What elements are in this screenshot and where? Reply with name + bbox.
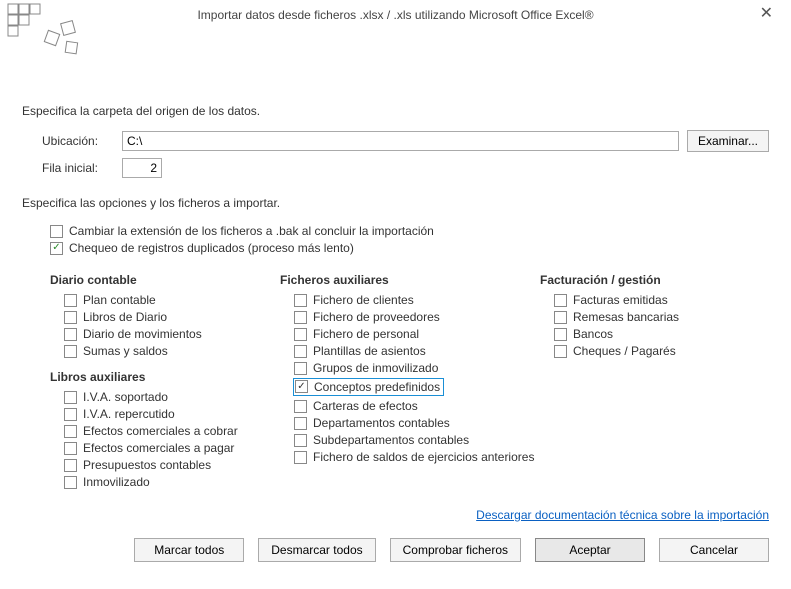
checkbox-icon (294, 311, 307, 324)
checkbox-libros-3[interactable]: Efectos comerciales a pagar (64, 441, 280, 455)
checkbox-label: Fichero de personal (313, 327, 419, 341)
checkbox-bak-extension[interactable]: Cambiar la extensión de los ficheros a .… (50, 224, 769, 238)
checkbox-ficheros-4[interactable]: Grupos de inmovilizado (294, 361, 540, 375)
checkbox-diario-3[interactable]: Sumas y saldos (64, 344, 280, 358)
checkbox-label: Subdepartamentos contables (313, 433, 469, 447)
initial-row-input[interactable] (122, 158, 162, 178)
checkbox-ficheros-2[interactable]: Fichero de personal (294, 327, 540, 341)
checkbox-label: Fichero de saldos de ejercicios anterior… (313, 450, 534, 464)
checkbox-label: Efectos comerciales a pagar (83, 441, 234, 455)
checkbox-libros-5[interactable]: Inmovilizado (64, 475, 280, 489)
checkbox-ficheros-0[interactable]: Fichero de clientes (294, 293, 540, 307)
checkbox-icon (64, 391, 77, 404)
checkbox-libros-4[interactable]: Presupuestos contables (64, 458, 280, 472)
checkbox-icon: ✓ (295, 380, 308, 393)
checkbox-libros-2[interactable]: Efectos comerciales a cobrar (64, 424, 280, 438)
group-heading-facturacion: Facturación / gestión (540, 273, 769, 287)
checkbox-label: I.V.A. soportado (83, 390, 168, 404)
checkbox-icon (554, 311, 567, 324)
source-section-label: Especifica la carpeta del origen de los … (22, 104, 769, 118)
checkbox-label: Plantillas de asientos (313, 344, 426, 358)
checkbox-label: Conceptos predefinidos (314, 380, 440, 394)
checkbox-icon (64, 425, 77, 438)
location-label: Ubicación: (42, 134, 122, 148)
checkbox-ficheros-9[interactable]: Fichero de saldos de ejercicios anterior… (294, 450, 540, 464)
checkbox-label: Plan contable (83, 293, 156, 307)
checkbox-facturacion-1[interactable]: Remesas bancarias (554, 310, 769, 324)
checkbox-label: Sumas y saldos (83, 344, 168, 358)
checkbox-label: Departamentos contables (313, 416, 450, 430)
checkbox-facturacion-0[interactable]: Facturas emitidas (554, 293, 769, 307)
checkbox-label: Fichero de proveedores (313, 310, 440, 324)
checkbox-icon (294, 417, 307, 430)
group-heading-ficheros: Ficheros auxiliares (280, 273, 540, 287)
checkbox-facturacion-2[interactable]: Bancos (554, 327, 769, 341)
checkbox-libros-0[interactable]: I.V.A. soportado (64, 390, 280, 404)
checkbox-icon (294, 294, 307, 307)
window-title: Importar datos desde ficheros .xlsx / .x… (197, 8, 593, 22)
cancel-button[interactable]: Cancelar (659, 538, 769, 562)
checkbox-icon (554, 328, 567, 341)
download-docs-link[interactable]: Descargar documentación técnica sobre la… (476, 508, 769, 522)
checkbox-icon (64, 294, 77, 307)
checkbox-label: Cambiar la extensión de los ficheros a .… (69, 224, 434, 238)
checkbox-icon (294, 328, 307, 341)
checkbox-icon (64, 408, 77, 421)
checkbox-libros-1[interactable]: I.V.A. repercutido (64, 407, 280, 421)
checkbox-icon (64, 328, 77, 341)
checkbox-icon (294, 451, 307, 464)
checkbox-label: Fichero de clientes (313, 293, 414, 307)
checkbox-ficheros-3[interactable]: Plantillas de asientos (294, 344, 540, 358)
checkbox-ficheros-6[interactable]: Carteras de efectos (294, 399, 540, 413)
checkbox-label: Inmovilizado (83, 475, 150, 489)
checkbox-icon (294, 362, 307, 375)
checkbox-icon (294, 400, 307, 413)
checkbox-label: Chequeo de registros duplicados (proceso… (69, 241, 354, 255)
close-button[interactable]: ✕ (754, 4, 779, 24)
check-files-button[interactable]: Comprobar ficheros (390, 538, 521, 562)
unmark-all-button[interactable]: Desmarcar todos (258, 538, 375, 562)
checkbox-diario-1[interactable]: Libros de Diario (64, 310, 280, 324)
checkbox-ficheros-7[interactable]: Departamentos contables (294, 416, 540, 430)
checkbox-icon (554, 345, 567, 358)
checkbox-icon (294, 434, 307, 447)
checkbox-duplicate-check[interactable]: ✓ Chequeo de registros duplicados (proce… (50, 241, 769, 255)
checkbox-facturacion-3[interactable]: Cheques / Pagarés (554, 344, 769, 358)
accept-button[interactable]: Aceptar (535, 538, 645, 562)
initial-row-label: Fila inicial: (42, 161, 122, 175)
checkbox-label: Grupos de inmovilizado (313, 361, 438, 375)
checkbox-icon (64, 345, 77, 358)
checkbox-label: Libros de Diario (83, 310, 167, 324)
checkbox-label: Diario de movimientos (83, 327, 202, 341)
checkbox-diario-0[interactable]: Plan contable (64, 293, 280, 307)
checkbox-ficheros-5[interactable]: ✓ Conceptos predefinidos (293, 378, 540, 396)
checkbox-icon (64, 311, 77, 324)
checkbox-icon (64, 442, 77, 455)
checkbox-label: Presupuestos contables (83, 458, 211, 472)
location-input[interactable] (122, 131, 679, 151)
group-heading-diario: Diario contable (50, 273, 280, 287)
browse-button[interactable]: Examinar... (687, 130, 769, 152)
options-section-label: Especifica las opciones y los ficheros a… (22, 196, 769, 210)
checkbox-icon (64, 459, 77, 472)
checkbox-label: Carteras de efectos (313, 399, 418, 413)
checkbox-icon (64, 476, 77, 489)
checkbox-label: Remesas bancarias (573, 310, 679, 324)
checkbox-label: Bancos (573, 327, 613, 341)
checkbox-ficheros-8[interactable]: Subdepartamentos contables (294, 433, 540, 447)
checkbox-icon (294, 345, 307, 358)
checkbox-label: I.V.A. repercutido (83, 407, 175, 421)
checkbox-label: Facturas emitidas (573, 293, 668, 307)
checkbox-icon (554, 294, 567, 307)
checkbox-label: Cheques / Pagarés (573, 344, 676, 358)
group-heading-libros: Libros auxiliares (50, 370, 280, 384)
checkbox-label: Efectos comerciales a cobrar (83, 424, 238, 438)
checkbox-icon: ✓ (50, 242, 63, 255)
checkbox-diario-2[interactable]: Diario de movimientos (64, 327, 280, 341)
mark-all-button[interactable]: Marcar todos (134, 538, 244, 562)
checkbox-ficheros-1[interactable]: Fichero de proveedores (294, 310, 540, 324)
checkbox-icon (50, 225, 63, 238)
